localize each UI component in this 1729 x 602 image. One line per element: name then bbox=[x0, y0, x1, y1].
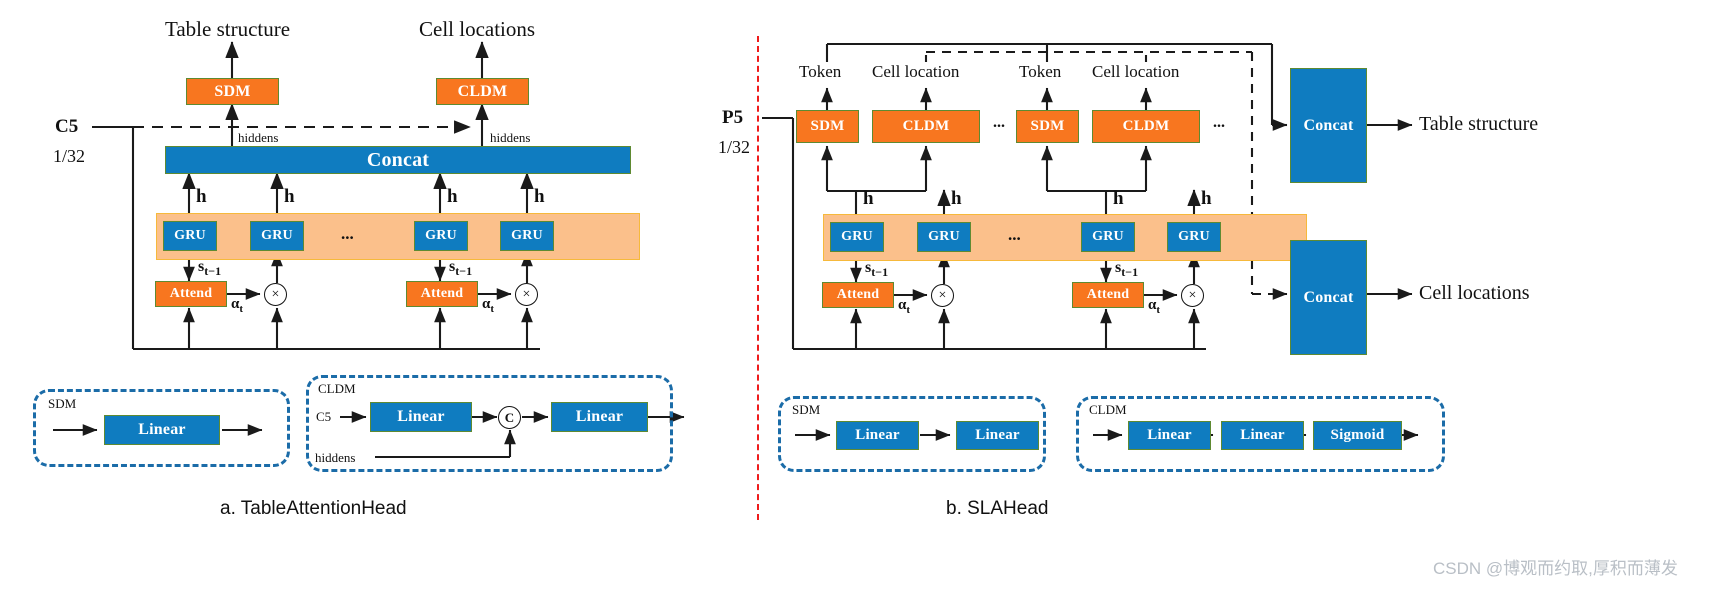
panel-a-sdm-detail-title: SDM bbox=[48, 396, 77, 411]
panel-a-cldm-head[interactable]: CLDM bbox=[436, 78, 529, 105]
panel-b-gru-1[interactable]: GRU bbox=[830, 222, 884, 252]
panel-b-input-label: P5 bbox=[722, 107, 744, 128]
panel-b-gru-2[interactable]: GRU bbox=[917, 222, 971, 252]
panel-b-h-label-4: h bbox=[1201, 188, 1212, 209]
panel-a-gru-2[interactable]: GRU bbox=[250, 221, 304, 251]
panel-a-sdm-linear-1[interactable]: Linear bbox=[104, 415, 220, 445]
panel-b-cldm-sigmoid[interactable]: Sigmoid bbox=[1313, 421, 1402, 450]
panel-a-input-label: C5 bbox=[55, 116, 79, 137]
panel-b-state-label-1: st−1 bbox=[865, 259, 888, 280]
panel-b-output-table-structure: Table structure bbox=[1419, 113, 1539, 135]
panel-b-sdm-head-2[interactable]: SDM bbox=[1016, 110, 1079, 143]
panel-b-sdm-linear-1[interactable]: Linear bbox=[836, 421, 919, 450]
panel-b-h-label-3: h bbox=[1113, 188, 1124, 209]
panel-a-h-label-2: h bbox=[284, 186, 295, 207]
panel-a-alpha-label-1: αt bbox=[231, 296, 243, 315]
alpha-sub: t bbox=[239, 303, 244, 315]
panel-a-cldm-detail-title: CLDM bbox=[318, 381, 356, 396]
state-sub: t−1 bbox=[204, 264, 222, 279]
panel-a-output-cell-locations: Cell locations bbox=[419, 17, 536, 41]
alpha-sub: t bbox=[490, 303, 495, 315]
panel-b-attend-1[interactable]: Attend bbox=[822, 282, 894, 308]
panel-a-concat-bar[interactable]: Concat bbox=[165, 146, 631, 174]
panel-a-gru-ellipsis: ... bbox=[341, 224, 354, 243]
panel-a-alpha-label-2: αt bbox=[482, 296, 494, 315]
panel-a-sdm-head[interactable]: SDM bbox=[186, 78, 279, 105]
panel-b-cldm-linear-2[interactable]: Linear bbox=[1221, 421, 1304, 450]
panel-a-cldm-linear-2[interactable]: Linear bbox=[551, 402, 648, 432]
panel-b-gru-band bbox=[823, 214, 1307, 261]
panel-b-sdm-head-1[interactable]: SDM bbox=[796, 110, 859, 143]
panel-b-input-scale: 1/32 bbox=[718, 137, 751, 157]
panel-a-h-label-4: h bbox=[534, 186, 545, 207]
alpha-sub: t bbox=[906, 304, 911, 316]
panel-b-head-ellipsis-mid: ... bbox=[993, 114, 1005, 131]
panel-a-output-table-structure: Table structure bbox=[165, 17, 291, 41]
panel-b-output-cell-locations: Cell locations bbox=[1419, 282, 1530, 304]
panel-a-h-label-3: h bbox=[447, 186, 458, 207]
panel-a-cldm-concat-node: C bbox=[498, 406, 521, 429]
panel-b-sdm-linear-2[interactable]: Linear bbox=[956, 421, 1039, 450]
panel-a-cldm-input-label: C5 bbox=[316, 409, 332, 424]
panel-a-gru-4[interactable]: GRU bbox=[500, 221, 554, 251]
panel-b-gru-3[interactable]: GRU bbox=[1081, 222, 1135, 252]
state-sub: t−1 bbox=[455, 264, 473, 279]
panel-b-concat-cell-locations[interactable]: Concat bbox=[1290, 240, 1367, 355]
panel-b-step-label-1: Token bbox=[799, 62, 842, 81]
panel-b-cldm-linear-1[interactable]: Linear bbox=[1128, 421, 1211, 450]
panel-b-step-label-3: Token bbox=[1019, 62, 1062, 81]
state-sub: t−1 bbox=[871, 265, 889, 280]
panel-b-step-label-2: Cell location bbox=[872, 62, 960, 81]
panel-b-concat-table-structure[interactable]: Concat bbox=[1290, 68, 1367, 183]
panel-a-h-label-1: h bbox=[196, 186, 207, 207]
panel-b-h-label-1: h bbox=[863, 188, 874, 209]
panel-b-cldm-detail-title: CLDM bbox=[1089, 402, 1127, 417]
panel-b-sdm-detail-title: SDM bbox=[792, 402, 821, 417]
panel-a-gru-band bbox=[156, 213, 640, 260]
panel-b-attend-2[interactable]: Attend bbox=[1072, 282, 1144, 308]
panel-b-caption: b. SLAHead bbox=[946, 498, 1049, 519]
panel-b-state-label-2: st−1 bbox=[1115, 259, 1138, 280]
panel-a-state-label-2: st−1 bbox=[449, 258, 472, 279]
panel-a-hiddens-label-right: hiddens bbox=[490, 130, 531, 145]
panel-divider bbox=[757, 36, 759, 520]
panel-a-state-label-1: st−1 bbox=[198, 258, 221, 279]
panel-b-alpha-label-2: αt bbox=[1148, 297, 1160, 316]
panel-b-step-label-4: Cell location bbox=[1092, 62, 1180, 81]
watermark: CSDN @博观而约取,厚积而薄发 bbox=[1433, 559, 1678, 578]
panel-a-gru-3[interactable]: GRU bbox=[414, 221, 468, 251]
panel-a-multiply-node-2: × bbox=[515, 283, 538, 306]
panel-a-multiply-node-1: × bbox=[264, 283, 287, 306]
panel-a-caption: a. TableAttentionHead bbox=[220, 498, 407, 519]
panel-b-cldm-head-2[interactable]: CLDM bbox=[1092, 110, 1200, 143]
panel-a-hiddens-label-left: hiddens bbox=[238, 130, 279, 145]
panel-b-gru-ellipsis: ... bbox=[1008, 225, 1021, 244]
panel-b-h-label-2: h bbox=[951, 188, 962, 209]
panel-a-attend-1[interactable]: Attend bbox=[155, 281, 227, 307]
panel-b-gru-4[interactable]: GRU bbox=[1167, 222, 1221, 252]
panel-a-attend-2[interactable]: Attend bbox=[406, 281, 478, 307]
alpha-sub: t bbox=[1156, 304, 1161, 316]
panel-b-alpha-label-1: αt bbox=[898, 297, 910, 316]
panel-b-multiply-node-2: × bbox=[1181, 284, 1204, 307]
figure-canvas: Table structure Cell locations SDM CLDM … bbox=[0, 0, 1729, 602]
state-sub: t−1 bbox=[1121, 265, 1139, 280]
panel-a-cldm-hiddens-label: hiddens bbox=[315, 450, 356, 465]
panel-b-head-ellipsis-right: ... bbox=[1213, 114, 1225, 131]
panel-a-gru-1[interactable]: GRU bbox=[163, 221, 217, 251]
panel-a-input-scale: 1/32 bbox=[53, 146, 86, 166]
panel-a-cldm-linear-1[interactable]: Linear bbox=[370, 402, 472, 432]
panel-b-cldm-head-1[interactable]: CLDM bbox=[872, 110, 980, 143]
panel-b-multiply-node-1: × bbox=[931, 284, 954, 307]
